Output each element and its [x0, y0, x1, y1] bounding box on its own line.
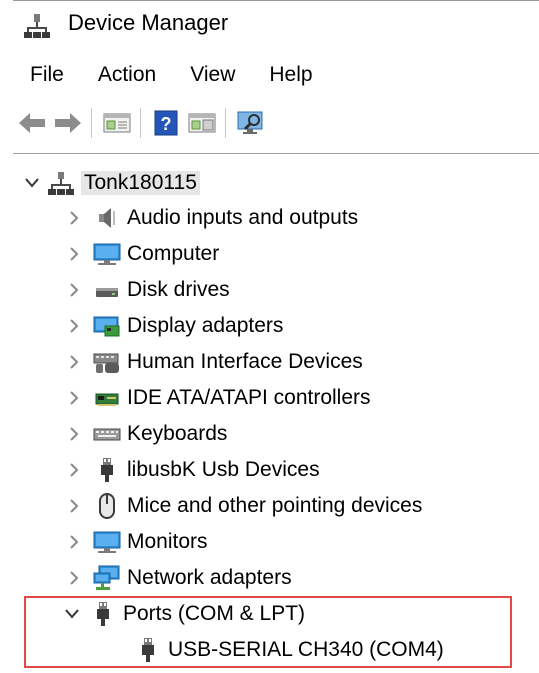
tree-item-label: Display adapters — [127, 314, 284, 337]
chevron-right-icon[interactable] — [65, 461, 83, 479]
tree-item-label: Computer — [127, 242, 220, 265]
display-adapter-icon — [93, 314, 121, 338]
toolbar-separator — [225, 108, 226, 138]
help-button[interactable]: ? — [149, 107, 183, 139]
forward-button[interactable] — [51, 107, 85, 139]
menu-action[interactable]: Action — [81, 59, 173, 91]
pane-icon — [188, 113, 216, 133]
menu-bar: File Action View Help — [13, 59, 539, 91]
scan-monitor-icon — [237, 111, 263, 134]
tree-item-label: Mice and other pointing devices — [127, 494, 423, 517]
menu-file[interactable]: File — [13, 59, 81, 91]
chevron-right-icon[interactable] — [65, 389, 83, 407]
tree-item-label: libusbK Usb Devices — [127, 458, 320, 481]
tree-item-audio[interactable]: Audio inputs and outputs — [13, 201, 539, 235]
arrow-left-icon — [19, 113, 45, 133]
tree-item-network-adapters[interactable]: Network adapters — [13, 561, 539, 595]
help-icon: ? — [154, 110, 178, 136]
hid-icon — [93, 350, 121, 374]
menu-view[interactable]: View — [173, 59, 252, 91]
device-manager-icon — [23, 13, 51, 39]
toolbar: ? — [13, 105, 539, 141]
mouse-icon — [93, 493, 121, 519]
tree-item-ide-controllers[interactable]: IDE ATA/ATAPI controllers — [13, 381, 539, 415]
tree-item-label: Audio inputs and outputs — [127, 206, 359, 229]
computer-network-icon — [47, 171, 75, 195]
monitor-icon — [93, 530, 121, 554]
chevron-right-icon[interactable] — [65, 209, 83, 227]
chevron-right-icon[interactable] — [65, 425, 83, 443]
toolbar-separator — [91, 108, 92, 138]
toolbar-separator — [140, 108, 141, 138]
tree-item-label: Human Interface Devices — [127, 350, 363, 373]
usb-plug-icon — [93, 458, 121, 482]
tree-root-row[interactable]: Tonk180115 — [13, 166, 539, 200]
tree-item-mice[interactable]: Mice and other pointing devices — [13, 489, 539, 523]
tree-item-disk-drives[interactable]: Disk drives — [13, 273, 539, 307]
left-edge-panel — [0, 0, 14, 671]
chevron-right-icon[interactable] — [65, 533, 83, 551]
network-adapter-icon — [93, 565, 121, 590]
chevron-right-icon[interactable] — [65, 317, 83, 335]
device-tree: Tonk180115 Audio inputs and outputs Comp… — [13, 153, 539, 673]
chevron-right-icon[interactable] — [65, 281, 83, 299]
speaker-icon — [93, 206, 121, 230]
tree-item-label: Disk drives — [127, 278, 230, 301]
ide-controller-icon — [93, 386, 121, 410]
chevron-right-icon[interactable] — [65, 497, 83, 515]
title-bar: Device Manager — [13, 1, 539, 47]
tree-item-label: Network adapters — [127, 566, 292, 589]
tree-root-label: Tonk180115 — [81, 171, 200, 195]
ports-highlight-box — [24, 596, 512, 668]
svg-text:?: ? — [161, 114, 172, 134]
chevron-down-icon[interactable] — [23, 174, 41, 192]
tree-item-label: Keyboards — [127, 422, 228, 445]
disk-drive-icon — [93, 278, 121, 302]
scan-hardware-button[interactable] — [234, 107, 268, 139]
tree-item-keyboards[interactable]: Keyboards — [13, 417, 539, 451]
arrow-right-icon — [55, 113, 81, 133]
properties-button[interactable] — [100, 107, 134, 139]
menu-help[interactable]: Help — [252, 59, 329, 91]
chevron-right-icon[interactable] — [65, 353, 83, 371]
tree-item-label: Monitors — [127, 530, 208, 553]
monitor-icon — [93, 242, 121, 266]
tree-item-monitors[interactable]: Monitors — [13, 525, 539, 559]
show-hide-pane-button[interactable] — [185, 107, 219, 139]
keyboard-icon — [93, 422, 121, 446]
properties-icon — [103, 113, 131, 133]
back-button[interactable] — [15, 107, 49, 139]
tree-item-computer[interactable]: Computer — [13, 237, 539, 271]
window-title: Device Manager — [68, 10, 229, 35]
chevron-right-icon[interactable] — [65, 569, 83, 587]
chevron-right-icon[interactable] — [65, 245, 83, 263]
device-manager-window: Device Manager File Action View Help ? T… — [13, 0, 539, 672]
tree-item-hid[interactable]: Human Interface Devices — [13, 345, 539, 379]
tree-item-display-adapters[interactable]: Display adapters — [13, 309, 539, 343]
tree-item-libusbk[interactable]: libusbK Usb Devices — [13, 453, 539, 487]
tree-item-label: IDE ATA/ATAPI controllers — [127, 386, 371, 409]
